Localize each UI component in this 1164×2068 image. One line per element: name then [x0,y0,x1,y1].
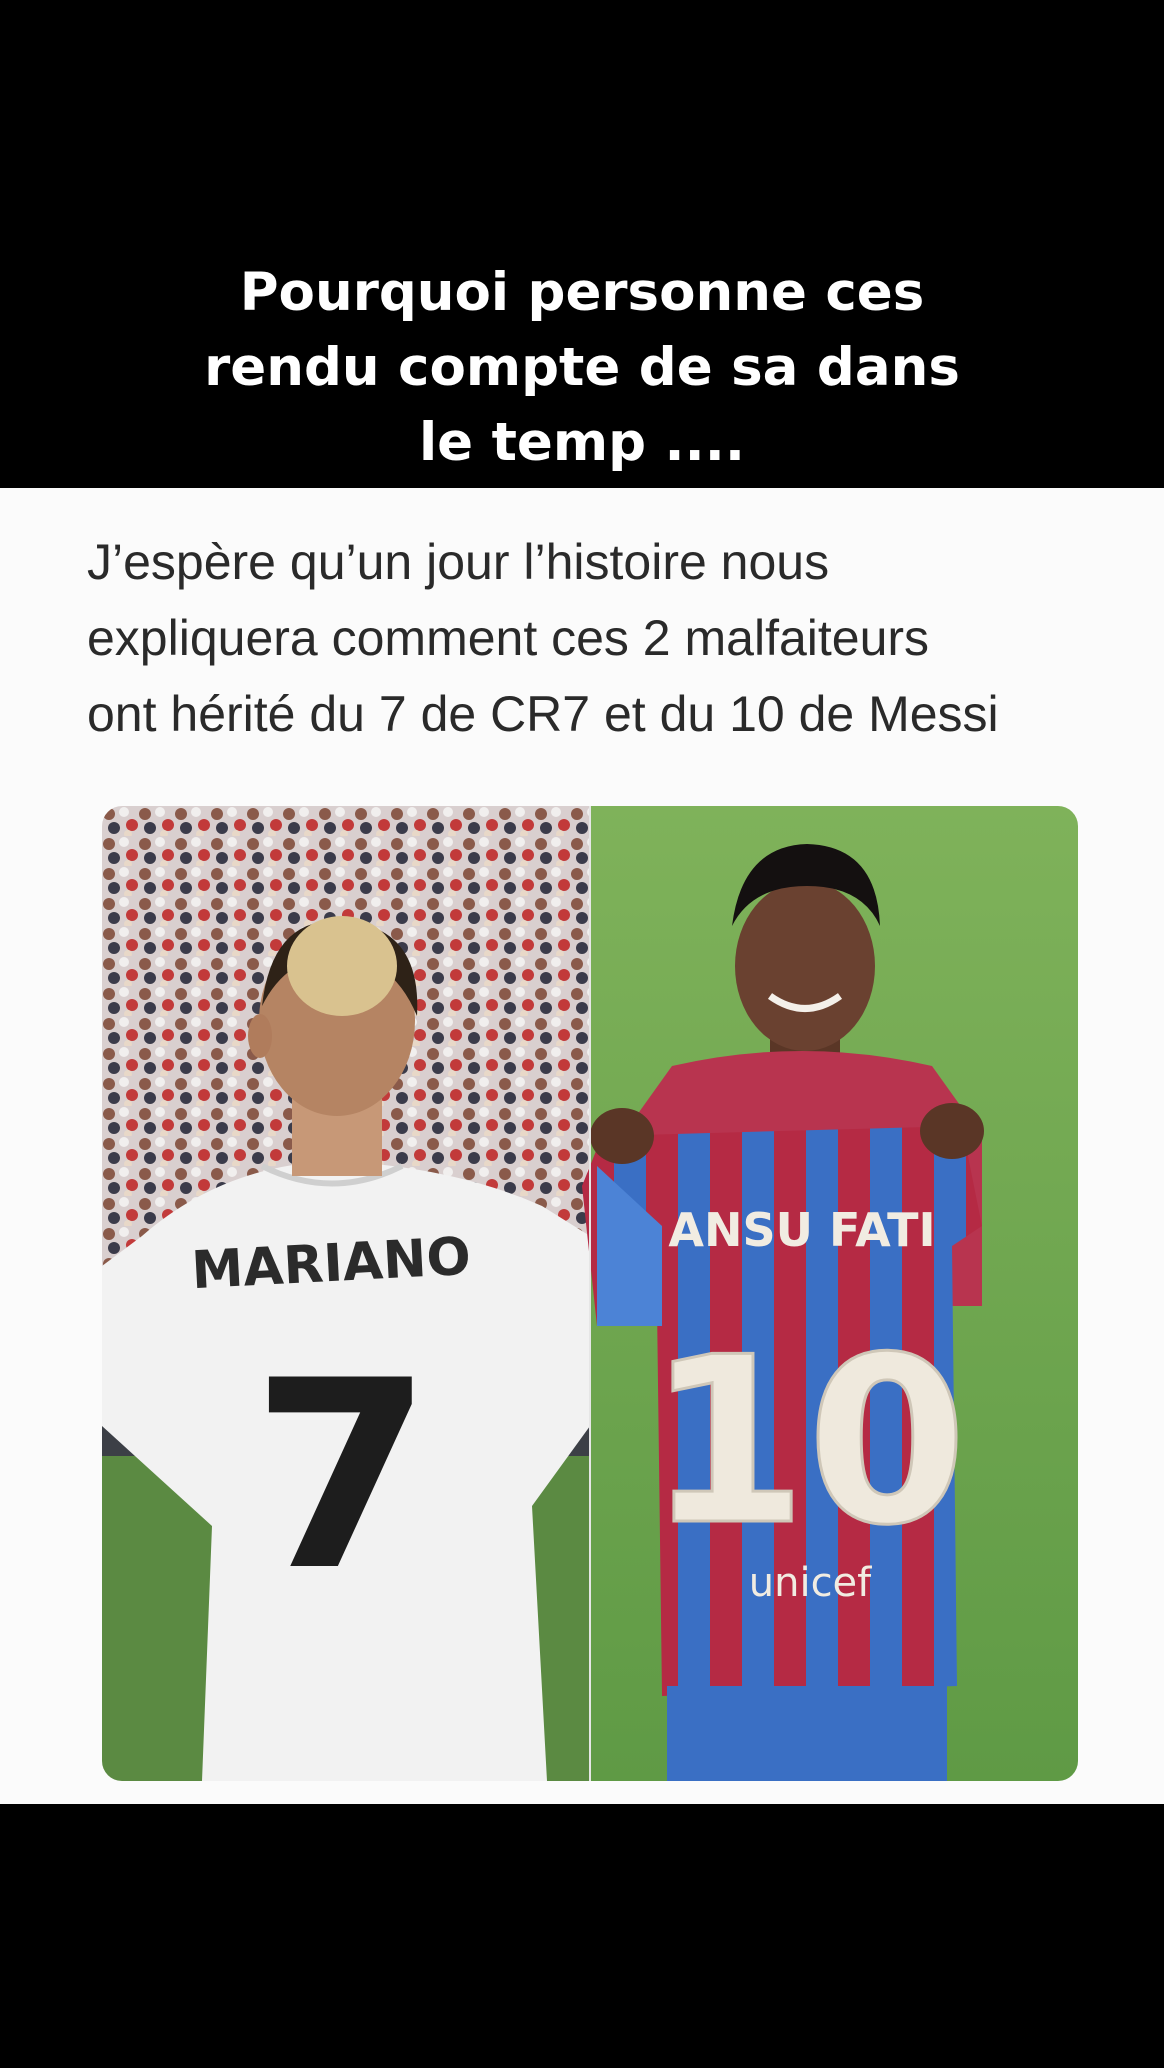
sponsor-logo: unicef [749,1560,872,1606]
tweet-text: J’espère qu’un jour l’histoire nous expl… [87,524,1127,752]
right-jersey-number: 10 [647,1309,967,1576]
right-photo: ANSU FATI 10 unicef [582,806,1078,1781]
overlay-caption: Pourquoi personne ces rendu compte de sa… [0,255,1164,480]
caption-line-2: rendu compte de sa dans [204,337,960,398]
caption-line-1: Pourquoi personne ces [239,262,925,323]
left-jersey-number: 7 [252,1326,433,1628]
tweet-line-3: ont hérité du 7 de CR7 et du 10 de Messi [87,686,999,742]
tweet-line-1: J’espère qu’un jour l’histoire nous [87,534,830,590]
left-photo: MARIANO 7 [102,806,590,1781]
bottom-black-bar [0,1804,1164,2068]
tweet-line-2: expliquera comment ces 2 malfaiteurs [87,610,930,666]
photo-illustration: MARIANO 7 ANSU FATI 10 unicef [102,806,1078,1781]
comparison-photo: MARIANO 7 ANSU FATI 10 unicef [102,806,1078,1781]
tweet-card: J’espère qu’un jour l’histoire nous expl… [0,488,1164,1804]
right-jersey-name: ANSU FATI [668,1203,935,1257]
caption-line-3: le temp .... [419,412,745,473]
